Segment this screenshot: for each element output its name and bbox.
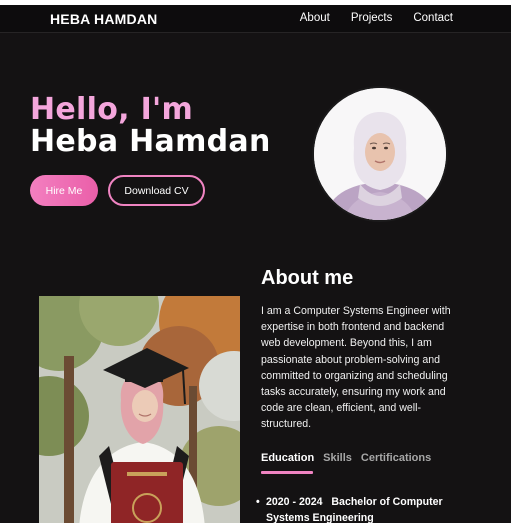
profile-avatar bbox=[314, 88, 446, 220]
brand-logo-text[interactable]: HEBA HAMDAN bbox=[50, 11, 157, 27]
tab-education[interactable]: Education bbox=[261, 452, 314, 471]
graduation-photo bbox=[39, 296, 240, 523]
hire-me-button[interactable]: Hire Me bbox=[30, 175, 98, 206]
about-tabs: Education Skills Certifications bbox=[261, 452, 431, 471]
hero-greeting: Hello, I'm bbox=[30, 92, 194, 127]
tab-skills[interactable]: Skills bbox=[323, 452, 352, 471]
page: HEBA HAMDAN About Projects Contact Hello… bbox=[0, 5, 511, 523]
main-nav: About Projects Contact bbox=[300, 12, 453, 24]
education-years: 2020 - 2024 bbox=[266, 496, 323, 508]
nav-link-projects[interactable]: Projects bbox=[351, 12, 393, 24]
about-me-heading: About me bbox=[261, 267, 354, 289]
education-list-item: • 2020 - 2024 Bachelor of Computer Syste… bbox=[256, 495, 456, 523]
nav-link-about[interactable]: About bbox=[300, 12, 330, 24]
download-cv-button[interactable]: Download CV bbox=[108, 175, 205, 206]
bullet-icon: • bbox=[256, 496, 260, 508]
tab-certifications[interactable]: Certifications bbox=[361, 452, 431, 471]
hero-name: Heba Hamdan bbox=[30, 124, 271, 159]
active-tab-indicator bbox=[261, 471, 313, 474]
nav-link-contact[interactable]: Contact bbox=[413, 12, 453, 24]
top-navbar: HEBA HAMDAN About Projects Contact bbox=[0, 5, 511, 33]
graduation-image bbox=[39, 296, 240, 523]
profile-portrait-image bbox=[314, 88, 446, 220]
about-me-text: I am a Computer Systems Engineer with ex… bbox=[261, 305, 451, 431]
